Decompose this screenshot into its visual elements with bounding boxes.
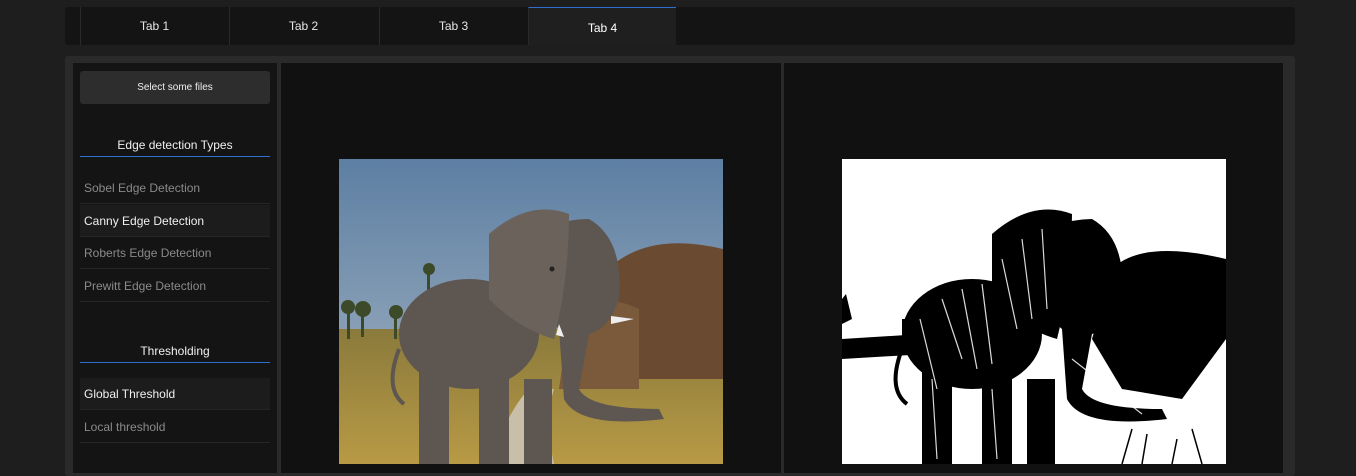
tab-1[interactable]: Tab 1	[80, 7, 228, 45]
sidebar-item-sobel[interactable]: Sobel Edge Detection	[80, 172, 270, 204]
tab-3[interactable]: Tab 3	[379, 7, 527, 45]
output-image	[842, 159, 1226, 464]
thresholding-title: Thresholding	[80, 344, 270, 363]
tab-2[interactable]: Tab 2	[229, 7, 377, 45]
tab-bar: Tab 1 Tab 2 Tab 3 Tab 4	[65, 7, 1295, 45]
sidebar-item-global-threshold[interactable]: Global Threshold	[80, 378, 270, 410]
sidebar-item-canny[interactable]: Canny Edge Detection	[80, 205, 270, 237]
tab-4[interactable]: Tab 4	[528, 7, 676, 45]
sidebar-item-prewitt[interactable]: Prewitt Edge Detection	[80, 270, 270, 302]
edge-detection-title: Edge detection Types	[80, 138, 270, 157]
select-files-button[interactable]: Select some files	[80, 71, 270, 104]
input-image	[339, 159, 723, 464]
elephant-photo-icon	[339, 159, 723, 464]
sidebar-item-local-threshold[interactable]: Local threshold	[80, 411, 270, 443]
sidebar-item-roberts[interactable]: Roberts Edge Detection	[80, 237, 270, 269]
threshold-result-icon	[842, 159, 1226, 464]
